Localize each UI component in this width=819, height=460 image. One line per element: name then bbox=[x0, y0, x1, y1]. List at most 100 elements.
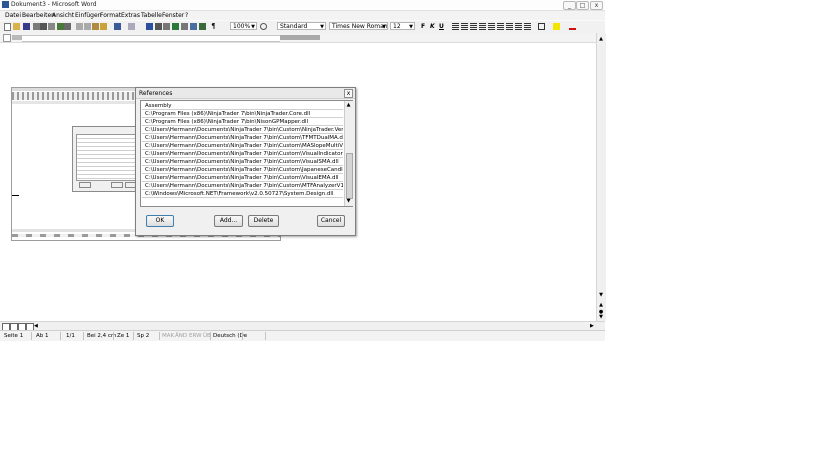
bullets-icon[interactable] bbox=[506, 23, 513, 30]
list-item[interactable]: C:\Users\Hermann\Documents\NinjaTrader 7… bbox=[142, 150, 343, 158]
references-dialog: References x Assembly C:\Program Files (… bbox=[135, 87, 356, 236]
menu-extras[interactable]: Extras bbox=[121, 12, 140, 19]
list-item[interactable]: C:\Windows\Microsoft.NET\Framework\v2.0.… bbox=[142, 190, 343, 198]
menu-datei[interactable]: Datei bbox=[5, 12, 21, 19]
drawing-icon[interactable] bbox=[190, 23, 197, 30]
list-item[interactable]: C:\Users\Hermann\Documents\NinjaTrader 7… bbox=[142, 142, 343, 150]
scroll-up-icon[interactable]: ▲ bbox=[597, 35, 605, 43]
minimize-button[interactable]: _ bbox=[563, 1, 576, 10]
numbering-icon[interactable] bbox=[497, 23, 504, 30]
decrease-indent-icon[interactable] bbox=[515, 23, 522, 30]
columns-icon[interactable] bbox=[181, 23, 188, 30]
hyperlink-icon[interactable] bbox=[146, 23, 153, 30]
insert-excel-icon[interactable] bbox=[172, 23, 179, 30]
help-icon[interactable] bbox=[260, 23, 267, 30]
border-icon[interactable] bbox=[538, 23, 545, 30]
ruler-right-margin bbox=[280, 35, 320, 40]
list-item[interactable]: C:\Users\Hermann\Documents\NinjaTrader 7… bbox=[142, 174, 343, 182]
show-formatting-icon[interactable]: ¶ bbox=[210, 23, 217, 30]
new-document-icon[interactable] bbox=[4, 23, 11, 31]
ok-button[interactable]: OK bbox=[146, 215, 174, 227]
increase-indent-icon[interactable] bbox=[524, 23, 531, 30]
justify-icon[interactable] bbox=[479, 23, 486, 30]
style-select[interactable]: Standard ▼ bbox=[277, 22, 326, 30]
dialog-close-icon[interactable]: x bbox=[344, 89, 353, 98]
title-bar: Dokument3 - Microsoft Word _ □ x bbox=[0, 0, 605, 11]
vertical-scrollbar[interactable]: ▲ ▼ ▲ ● ▼ bbox=[596, 33, 606, 321]
font-color-icon[interactable] bbox=[569, 23, 576, 30]
list-item[interactable]: C:\Users\Hermann\Documents\NinjaTrader 7… bbox=[142, 158, 343, 166]
bold-button[interactable]: F bbox=[421, 23, 428, 30]
save-icon[interactable] bbox=[23, 23, 30, 30]
list-item[interactable]: C:\Program Files (x86)\NinjaTrader 7\bin… bbox=[142, 118, 343, 126]
font-size-select[interactable]: 12 ▼ bbox=[390, 22, 415, 30]
list-item[interactable]: C:\Users\Hermann\Documents\NinjaTrader 7… bbox=[142, 126, 343, 134]
list-item[interactable]: C:\Users\Hermann\Documents\NinjaTrader 7… bbox=[142, 134, 343, 142]
align-center-icon[interactable] bbox=[461, 23, 468, 30]
zoom-select[interactable]: 100% ▼ bbox=[230, 22, 257, 30]
cut-icon[interactable] bbox=[76, 23, 83, 30]
status-extend[interactable]: ERW bbox=[189, 333, 202, 339]
add-button[interactable]: Add... bbox=[214, 215, 243, 227]
research-icon[interactable] bbox=[64, 23, 71, 30]
maximize-button[interactable]: □ bbox=[576, 1, 589, 10]
tables-borders-icon[interactable] bbox=[155, 23, 162, 30]
print-preview-icon[interactable] bbox=[48, 23, 55, 30]
line-spacing-icon[interactable] bbox=[488, 23, 495, 30]
status-page: Seite 1 bbox=[4, 333, 24, 339]
delete-button[interactable]: Delete bbox=[248, 215, 279, 227]
menu-einfuegen[interactable]: Einfügen bbox=[75, 12, 101, 19]
list-item[interactable]: C:\Users\Hermann\Documents\NinjaTrader 7… bbox=[142, 166, 343, 174]
menu-tabelle[interactable]: Tabelle bbox=[141, 12, 162, 19]
zoom-value: 100% bbox=[233, 23, 251, 30]
permission-icon[interactable] bbox=[33, 23, 40, 30]
status-pages: 1/1 bbox=[66, 333, 75, 339]
list-scroll-up-icon[interactable]: ▲ bbox=[345, 102, 352, 109]
previous-page-icon[interactable]: ▲ bbox=[597, 301, 605, 309]
undo-icon[interactable] bbox=[114, 23, 121, 30]
redo-icon[interactable] bbox=[128, 23, 135, 30]
document-map-icon[interactable] bbox=[199, 23, 206, 30]
paste-icon[interactable] bbox=[92, 23, 99, 30]
dialog-title-bar: References x bbox=[136, 88, 355, 99]
status-bar: Seite 1 Ab 1 1/1 Bei 2,4 cm Ze 1 Sp 2 MA… bbox=[0, 330, 605, 341]
copy-icon[interactable] bbox=[84, 23, 91, 30]
menu-ansicht[interactable]: Ansicht bbox=[52, 12, 74, 19]
align-right-icon[interactable] bbox=[470, 23, 477, 30]
list-scroll-down-icon[interactable]: ▼ bbox=[345, 198, 352, 205]
list-scrollbar[interactable]: ▲ ▼ bbox=[344, 101, 353, 206]
close-button[interactable]: x bbox=[590, 1, 603, 10]
italic-button[interactable]: K bbox=[430, 23, 437, 30]
scroll-down-icon[interactable]: ▼ bbox=[597, 291, 605, 299]
scroll-right-icon[interactable]: ▶ bbox=[590, 322, 596, 330]
status-macro[interactable]: MAK bbox=[162, 333, 174, 339]
font-select[interactable]: Times New Roman ▼ bbox=[329, 22, 388, 30]
list-scroll-thumb[interactable] bbox=[346, 153, 353, 199]
chevron-down-icon: ▼ bbox=[320, 24, 324, 30]
tab-selector[interactable] bbox=[3, 34, 11, 42]
status-column: Sp 2 bbox=[137, 333, 150, 339]
menu-bearbeiten[interactable]: Bearbeiten bbox=[22, 12, 55, 19]
insert-table-icon[interactable] bbox=[163, 23, 170, 30]
highlight-icon[interactable] bbox=[553, 23, 560, 30]
align-left-icon[interactable] bbox=[452, 23, 459, 30]
status-track-changes[interactable]: ÄND bbox=[175, 333, 187, 339]
scroll-left-icon[interactable]: ◀ bbox=[34, 322, 40, 330]
cancel-button[interactable]: Cancel bbox=[317, 215, 345, 227]
open-folder-icon[interactable] bbox=[13, 23, 20, 30]
ruler-margin bbox=[12, 35, 22, 40]
next-page-icon[interactable]: ▼ bbox=[597, 314, 605, 321]
format-painter-icon[interactable] bbox=[100, 23, 107, 30]
thumb-ok bbox=[79, 182, 91, 188]
list-item[interactable]: C:\Users\Hermann\Documents\NinjaTrader 7… bbox=[142, 182, 343, 190]
menu-format[interactable]: Format bbox=[100, 12, 121, 19]
menu-fenster[interactable]: Fenster bbox=[162, 12, 184, 19]
menu-help[interactable]: ? bbox=[185, 12, 188, 19]
spelling-icon[interactable] bbox=[57, 23, 64, 30]
print-icon[interactable] bbox=[40, 23, 47, 30]
underline-button[interactable]: U bbox=[439, 23, 446, 30]
list-item[interactable]: C:\Program Files (x86)\NinjaTrader 7\bin… bbox=[142, 110, 343, 118]
references-list[interactable]: Assembly C:\Program Files (x86)\NinjaTra… bbox=[140, 100, 353, 207]
toolbar: ¶ 100% ▼ Standard ▼ Times New Roman ▼ 12 ▼ F… bbox=[0, 20, 605, 34]
horizontal-ruler bbox=[0, 33, 605, 43]
